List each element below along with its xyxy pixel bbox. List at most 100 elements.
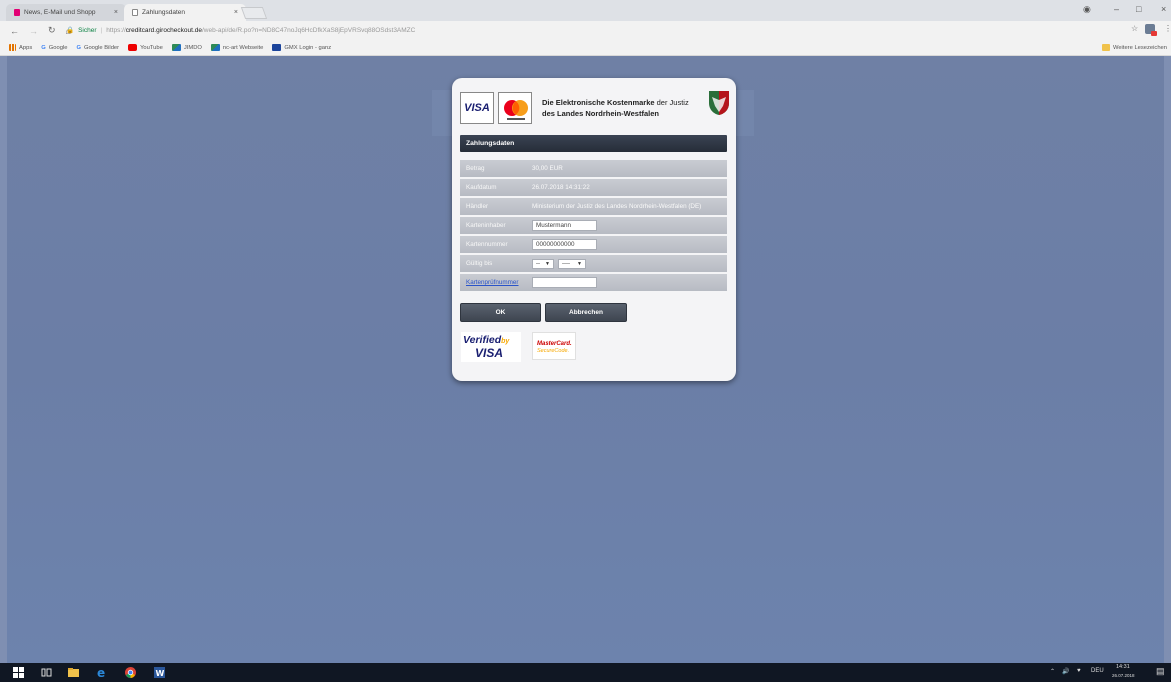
bookmarks-bar: Apps G Google G Google Bilder YouTube JI…	[0, 40, 1171, 56]
apps-grid-icon	[9, 44, 16, 51]
purchase-date-label: Kaufdatum	[466, 184, 497, 191]
new-tab-button[interactable]	[240, 7, 268, 19]
row-haendler: Händler Ministerium der Justiz des Lande…	[460, 198, 727, 215]
edge-icon[interactable]: e	[97, 667, 108, 678]
purchase-date-value: 26.07.2018 14:31:22	[532, 184, 590, 191]
bookmark-label: Weitere Lesezeichen	[1112, 44, 1167, 51]
clock-date[interactable]: 26.07.2018	[1112, 673, 1135, 678]
expiry-year-select[interactable]: ---- ▼	[558, 258, 586, 269]
svg-text:W: W	[156, 669, 165, 678]
address-bar[interactable]: 🔒 Sicher | https:// creditcard.girocheck…	[66, 23, 1086, 37]
tab-zahlungsdaten[interactable]: Zahlungsdaten ×	[124, 4, 246, 21]
bookmark-other[interactable]: Weitere Lesezeichen	[1101, 44, 1167, 51]
bookmark-nc-art[interactable]: nc-art Webseite	[210, 44, 264, 51]
bookmark-label: YouTube	[140, 44, 163, 51]
network-icon[interactable]: ♥	[1077, 668, 1081, 674]
bookmark-jimdo[interactable]: JIMDO	[171, 44, 202, 51]
star-icon[interactable]: ☆	[1131, 24, 1138, 33]
chrome-icon[interactable]	[125, 667, 136, 678]
dropdown-arrow-icon: ▼	[545, 260, 550, 267]
close-icon[interactable]: ×	[114, 9, 118, 16]
bookmark-google-bilder[interactable]: G Google Bilder	[76, 45, 119, 51]
volume-icon[interactable]: 🔊	[1062, 668, 1069, 675]
bookmark-label: Apps	[19, 44, 33, 51]
visa-logo: VISA	[460, 92, 494, 124]
card-number-label: Kartennummer	[466, 241, 508, 248]
notification-icon[interactable]: ▤	[1156, 666, 1165, 677]
page-edge-left	[0, 56, 7, 663]
title-part-bold: Die Elektronische Kostenmarke	[542, 98, 655, 107]
mc-line1: MasterCard.	[537, 341, 572, 347]
folder-icon	[1101, 44, 1110, 51]
window-close-icon[interactable]: ×	[1161, 4, 1166, 14]
word-icon[interactable]: W	[154, 667, 165, 678]
start-icon[interactable]	[13, 667, 24, 678]
tab-label: Zahlungsdaten	[142, 9, 186, 16]
vbv-by: by	[501, 338, 510, 345]
row-gueltig: Gültig bis -- ▼ ---- ▼	[460, 255, 727, 272]
nc-art-icon	[210, 44, 220, 51]
page-icon	[132, 9, 138, 16]
merchant-label: Händler	[466, 203, 489, 210]
mastercard-securecode-badge: MasterCard. SecureCode.	[532, 332, 576, 360]
jimdo-icon	[171, 44, 181, 51]
language-indicator[interactable]: DEU	[1091, 668, 1104, 674]
row-kaufdatum: Kaufdatum 26.07.2018 14:31:22	[460, 179, 727, 196]
back-icon[interactable]: ←	[10, 26, 19, 36]
row-betrag: Betrag 30,00 EUR	[460, 160, 727, 177]
row-pruefnummer: Kartenprüfnummer	[460, 274, 727, 291]
profile-icon[interactable]: ◉	[1083, 4, 1091, 15]
cvc-input[interactable]	[532, 277, 597, 288]
bookmark-apps[interactable]: Apps	[9, 44, 32, 51]
ok-button[interactable]: OK	[460, 303, 541, 322]
amount-label: Betrag	[466, 165, 485, 172]
bookmark-label: Google	[48, 44, 68, 51]
telekom-icon	[14, 9, 20, 16]
bookmark-google[interactable]: G Google	[41, 45, 67, 51]
payment-dialog: VISA Die Elektronische Kostenmarke der J…	[452, 78, 736, 381]
title-line-2: des Landes Nordrhein-Westfalen	[542, 109, 659, 118]
secure-label: Sicher	[78, 26, 97, 34]
menu-icon[interactable]: ⋮	[1164, 24, 1171, 33]
gmx-icon	[272, 44, 282, 51]
address-divider: |	[100, 26, 103, 34]
cardholder-input[interactable]	[532, 220, 597, 231]
cancel-button[interactable]: Abbrechen	[545, 303, 627, 322]
payment-form: Betrag 30,00 EUR Kaufdatum 26.07.2018 14…	[460, 160, 727, 293]
amount-value: 30,00 EUR	[532, 165, 563, 172]
bookmark-youtube[interactable]: YouTube	[128, 44, 163, 51]
title-part-light: der Justiz	[654, 98, 689, 107]
clock-time[interactable]: 14:31	[1116, 664, 1130, 670]
section-header: Zahlungsdaten	[460, 135, 727, 152]
page-edge-right	[1164, 56, 1171, 663]
cvc-help-link[interactable]: Kartenprüfnummer	[460, 279, 532, 286]
forward-icon[interactable]: →	[29, 26, 38, 36]
extension-icon[interactable]	[1145, 24, 1157, 36]
taskbar: e W ⌃ 🔊 ♥ DEU 14:31 26.07.2018 ▤	[0, 663, 1171, 682]
bookmark-label: nc-art Webseite	[222, 44, 264, 51]
expiry-year-value: ----	[562, 260, 570, 267]
maximize-icon[interactable]: □	[1136, 4, 1141, 14]
row-kartennummer: Kartennummer	[460, 236, 727, 253]
bookmark-gmx[interactable]: GMX Login - ganz	[272, 44, 331, 51]
tab-news[interactable]: News, E-Mail und Shopp ×	[6, 4, 126, 21]
expiry-month-select[interactable]: -- ▼	[532, 258, 554, 269]
bookmark-label: Google Bilder	[83, 44, 120, 51]
mc-line2: SecureCode.	[537, 348, 570, 354]
close-icon[interactable]: ×	[234, 9, 238, 16]
card-number-input[interactable]	[532, 239, 597, 250]
google-icon: G	[76, 44, 81, 51]
google-icon: G	[41, 44, 46, 51]
row-karteninhaber: Karteninhaber	[460, 217, 727, 234]
reload-icon[interactable]: ↻	[48, 25, 56, 36]
page-title: Die Elektronische Kostenmarke der Justiz…	[542, 97, 712, 119]
dropdown-arrow-icon: ▼	[577, 260, 582, 267]
vbv-line1: Verified	[463, 334, 502, 346]
file-explorer-icon[interactable]	[68, 667, 79, 678]
task-view-icon[interactable]	[41, 667, 52, 678]
tray-chevron-icon[interactable]: ⌃	[1050, 668, 1055, 675]
minimize-icon[interactable]: –	[1114, 4, 1119, 14]
expiry-month-value: --	[536, 260, 540, 267]
verified-by-visa-badge: Verifiedby VISA	[461, 332, 521, 362]
mastercard-logo	[498, 92, 532, 124]
